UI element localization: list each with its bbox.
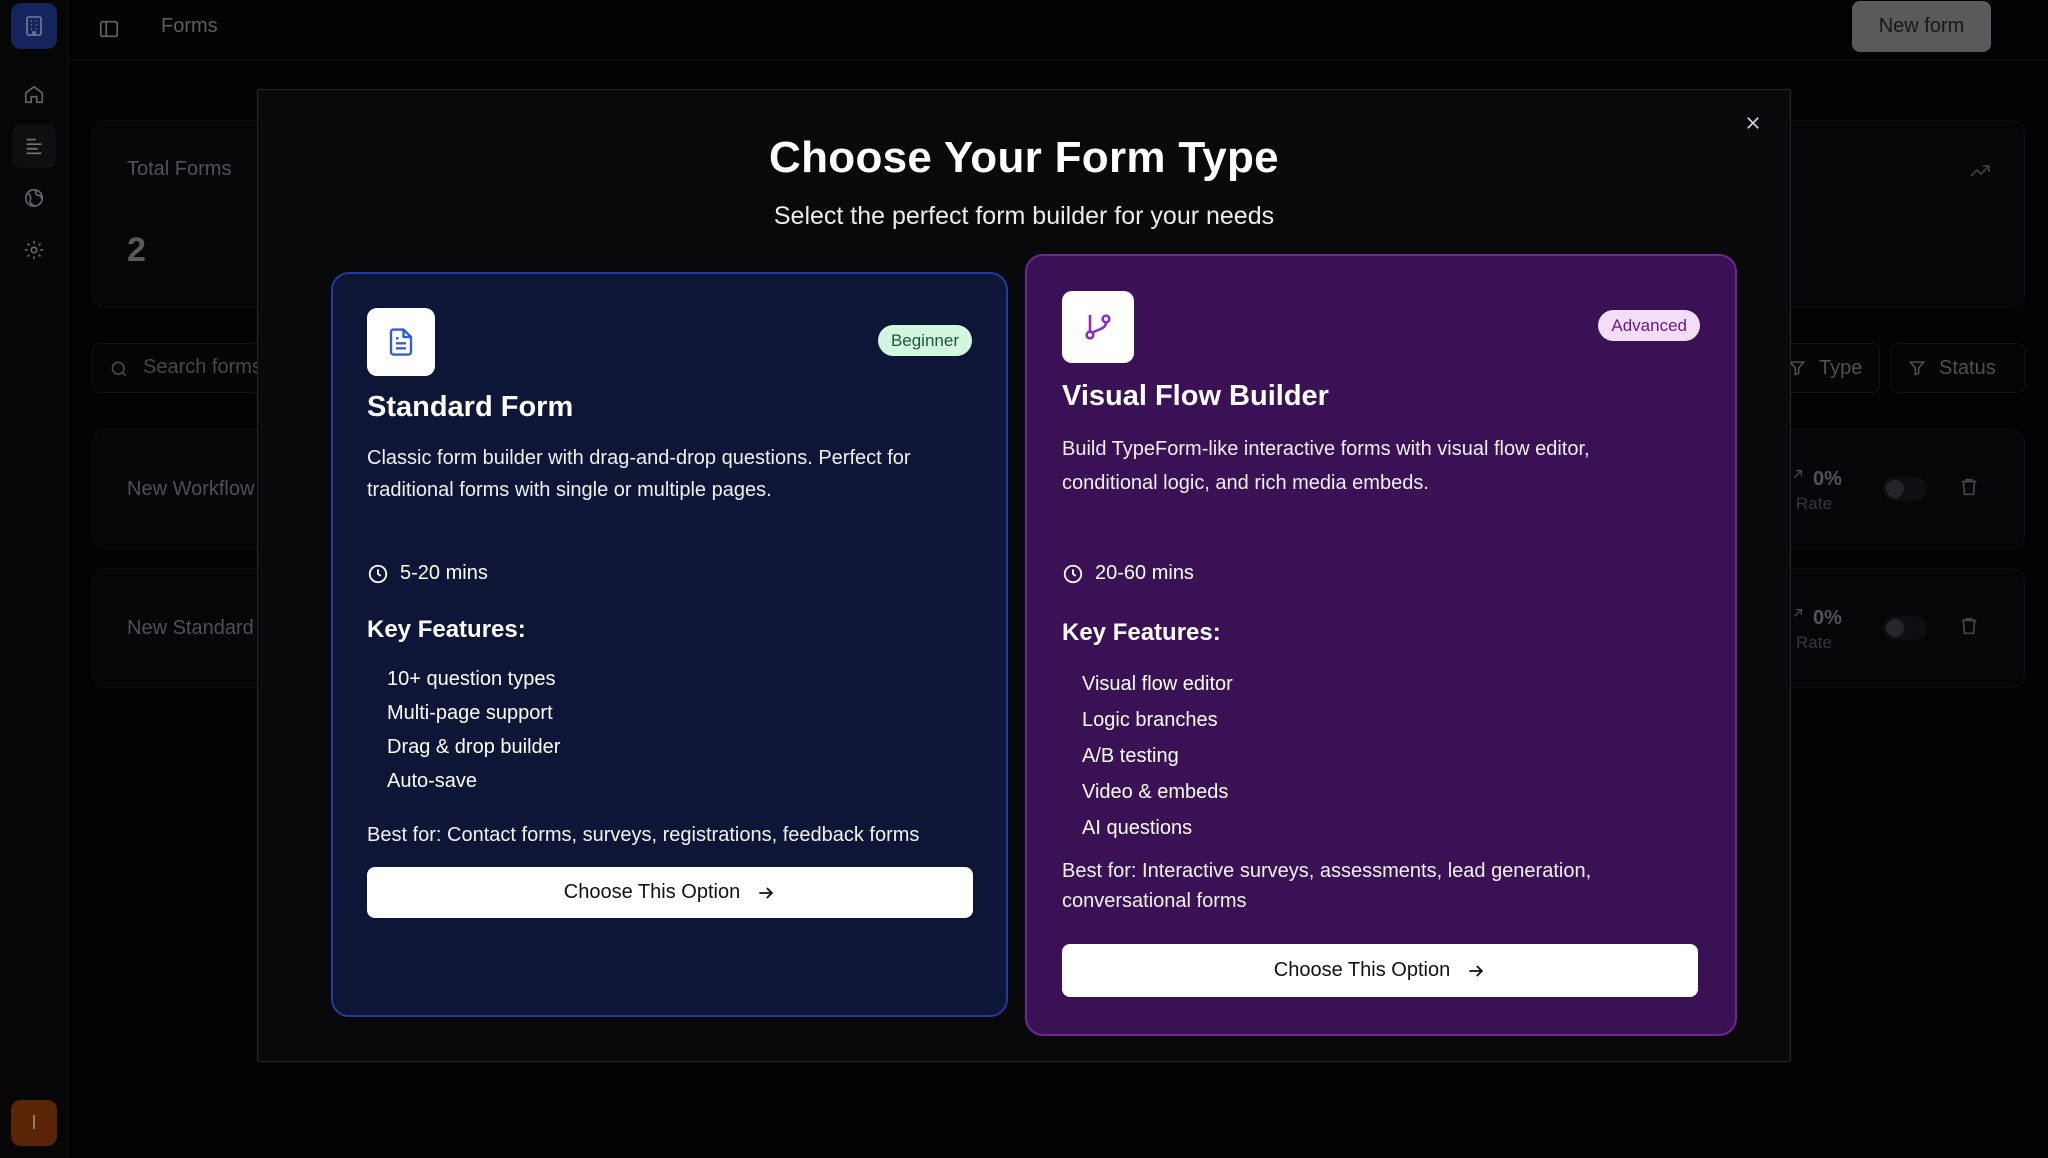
dialog-subtitle: Select the perfect form builder for your…	[773, 202, 1275, 230]
arrow-right-icon	[1469, 964, 1484, 977]
feature-item: AI questions	[1082, 817, 1193, 839]
feature-item: Drag & drop builder	[387, 736, 561, 758]
estimated-time: 20-60 mins	[1062, 562, 1194, 585]
feature-item: 10+ question types	[387, 668, 556, 690]
visual-flow-builder-card[interactable]: Advanced Visual Flow Builder Build TypeF…	[1025, 254, 1737, 1036]
clock-icon	[368, 564, 388, 583]
card-title: Standard Form	[367, 391, 574, 423]
card-icon-container	[1062, 291, 1134, 363]
file-text-icon	[389, 328, 413, 356]
key-features-heading: Key Features:	[1062, 619, 1221, 646]
choose-standard-form-button[interactable]: Choose This Option	[367, 867, 973, 918]
choose-form-type-dialog: Choose Your Form Type Select the perfect…	[257, 89, 1791, 1062]
choose-visual-flow-button[interactable]: Choose This Option	[1062, 944, 1698, 997]
feature-item: Auto-save	[387, 770, 478, 792]
estimated-time-value: 5-20 mins	[400, 562, 488, 584]
best-for-text: Best for: Interactive surveys, assessmen…	[1062, 860, 1592, 912]
feature-item: Visual flow editor	[1082, 673, 1233, 695]
feature-list: Visual flow editor Logic branches A/B te…	[1082, 666, 1233, 846]
dialog-title: Choose Your Form Type	[769, 133, 1279, 182]
feature-item: A/B testing	[1082, 745, 1179, 767]
arrow-right-icon	[759, 886, 774, 899]
difficulty-badge: Advanced	[1598, 310, 1700, 341]
feature-list: 10+ question types Multi-page support Dr…	[387, 662, 560, 798]
feature-item: Video & embeds	[1082, 781, 1229, 803]
card-description: Build TypeForm-like interactive forms wi…	[1062, 438, 1590, 494]
feature-item: Logic branches	[1082, 709, 1218, 731]
choose-button-label: Choose This Option	[1273, 959, 1451, 981]
card-icon-container	[367, 308, 435, 376]
difficulty-badge: Beginner	[877, 325, 972, 356]
git-branch-icon	[1085, 314, 1111, 340]
card-title: Visual Flow Builder	[1062, 380, 1329, 412]
estimated-time: 5-20 mins	[367, 562, 488, 585]
card-description: Classic form builder with drag-and-drop …	[367, 447, 911, 501]
best-for-text: Best for: Contact forms, surveys, regist…	[367, 824, 920, 846]
clock-icon	[1063, 564, 1083, 583]
standard-form-card[interactable]: Beginner Standard Form Classic form buil…	[331, 272, 1008, 1017]
choose-button-label: Choose This Option	[563, 881, 741, 903]
estimated-time-value: 20-60 mins	[1095, 562, 1194, 584]
key-features-heading: Key Features:	[367, 616, 526, 643]
feature-item: Multi-page support	[387, 702, 553, 724]
close-icon	[1747, 117, 1759, 129]
